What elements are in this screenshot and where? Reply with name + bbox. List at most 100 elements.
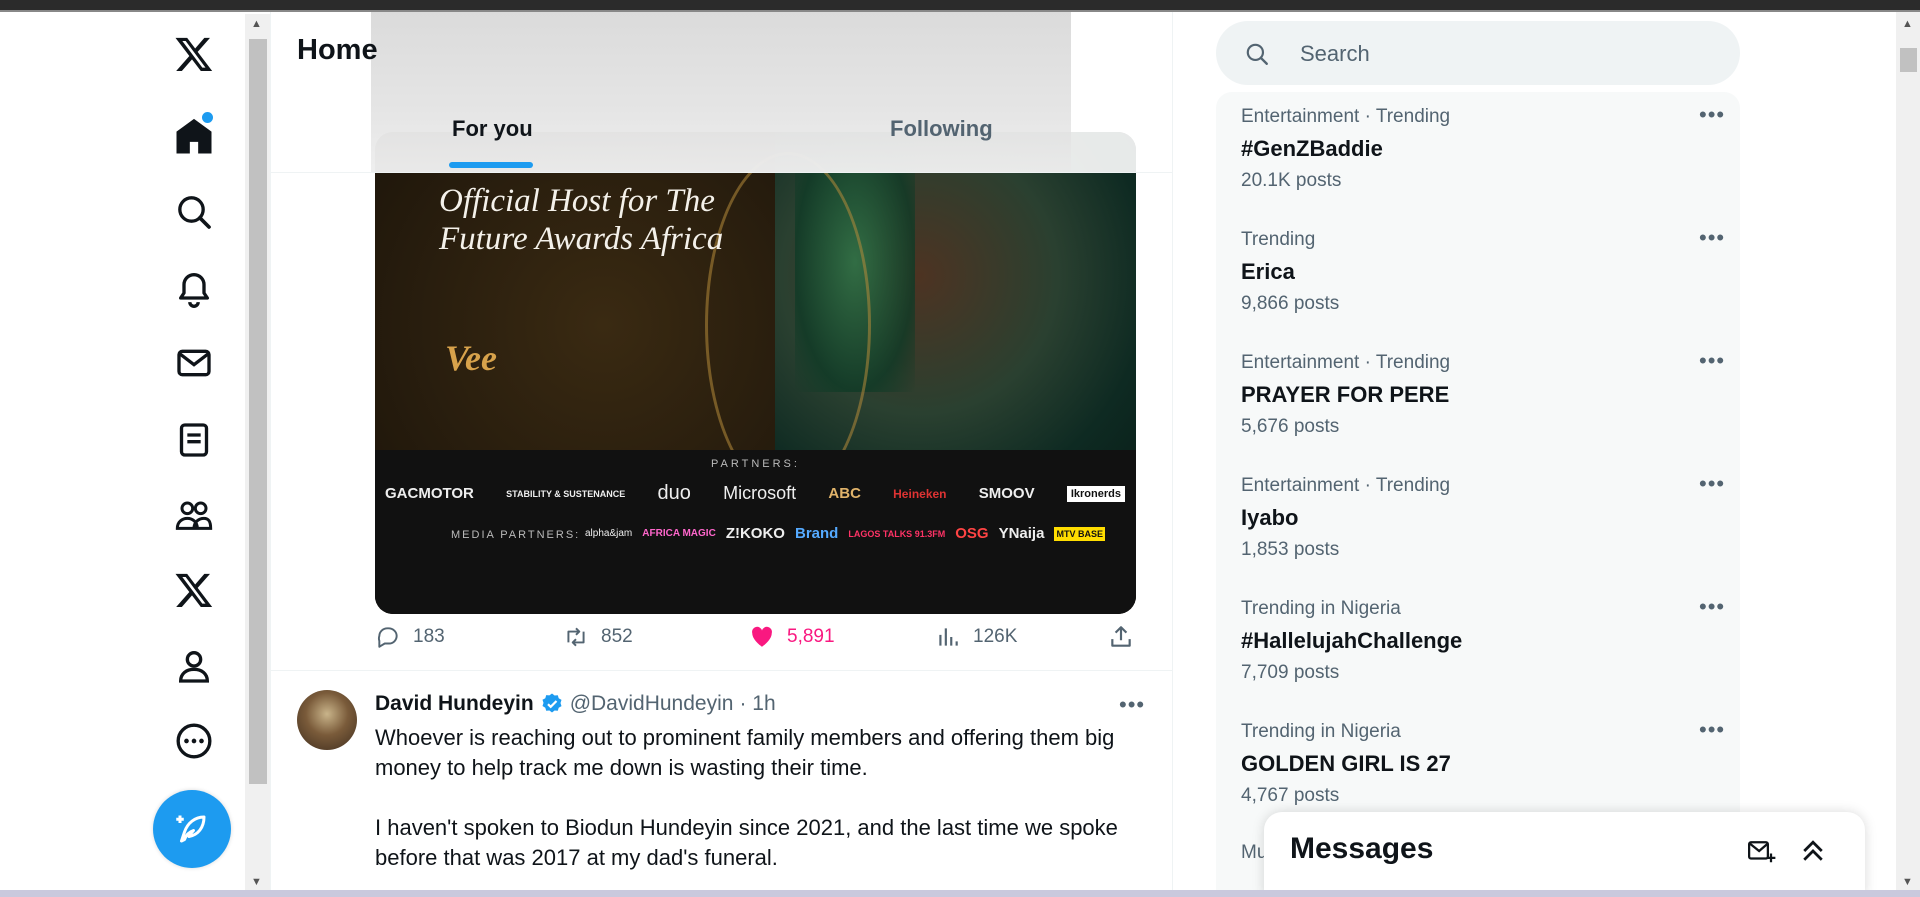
trend-more-button[interactable]: ••• bbox=[1699, 348, 1725, 374]
avatar[interactable] bbox=[297, 690, 357, 750]
mail-icon[interactable] bbox=[172, 341, 216, 385]
tweet-divider bbox=[271, 670, 1172, 671]
trend-item[interactable]: Trending Erica 9,866 posts ••• bbox=[1241, 215, 1724, 338]
retweet-button[interactable]: 852 bbox=[563, 624, 633, 650]
scroll-up-arrow-icon[interactable]: ▲ bbox=[251, 18, 262, 30]
tweet-header: David Hundeyin @DavidHundeyin · 1h bbox=[375, 692, 776, 716]
partner-logo: STABILITY & SUSTENANCE bbox=[506, 488, 626, 499]
lists-icon[interactable] bbox=[172, 418, 216, 462]
search-icon[interactable] bbox=[172, 190, 216, 234]
more-circle-icon[interactable] bbox=[172, 719, 216, 763]
tweet-time[interactable]: · 1h bbox=[739, 692, 775, 716]
partner-logo: SMOOV bbox=[978, 485, 1035, 502]
media-partners-label: MEDIA PARTNERS: bbox=[451, 529, 581, 541]
trend-item[interactable]: Entertainment · Trending #GenZBaddie 20.… bbox=[1241, 92, 1724, 215]
new-message-icon[interactable] bbox=[1746, 836, 1776, 866]
like-button[interactable]: 5,891 bbox=[749, 624, 835, 650]
trend-post-count: 7,709 posts bbox=[1241, 662, 1340, 683]
views-count: 126K bbox=[973, 626, 1018, 647]
media-partner-logo: MTV BASE bbox=[1054, 526, 1105, 541]
trend-title: Iyabo bbox=[1241, 505, 1299, 530]
tweet-paragraph: Whoever is reaching out to prominent fam… bbox=[375, 725, 1115, 780]
partners-strip: PARTNERS: GACMOTOR STABILITY & SUSTENANC… bbox=[375, 450, 1136, 614]
feed-scrollbar[interactable]: ▲ ▼ bbox=[245, 14, 270, 890]
bell-icon[interactable] bbox=[172, 266, 216, 310]
media-partner-logo: Z!KOKO bbox=[725, 525, 785, 542]
trend-title: GOLDEN GIRL IS 27 bbox=[1241, 751, 1451, 776]
window-bottom-edge bbox=[0, 890, 1920, 897]
reply-icon bbox=[377, 627, 398, 648]
trend-post-count: 20.1K posts bbox=[1241, 170, 1342, 191]
tweet-actions: 183 852 5,891 126K bbox=[375, 624, 1136, 656]
search-bar[interactable] bbox=[1216, 21, 1740, 85]
tab-following[interactable]: Following bbox=[890, 116, 993, 142]
reply-button[interactable]: 183 bbox=[375, 624, 445, 650]
tweet-media-image[interactable]: Official Host for The Future Awards Afri… bbox=[375, 132, 1136, 614]
trend-item[interactable]: Trending in Nigeria #HallelujahChallenge… bbox=[1241, 584, 1724, 707]
media-partner-logo: AFRICA MAGIC bbox=[642, 528, 716, 539]
views-chart-icon bbox=[939, 628, 958, 646]
views-button[interactable]: 126K bbox=[935, 624, 1017, 650]
tab-for-you[interactable]: For you bbox=[452, 116, 533, 142]
share-button[interactable] bbox=[1108, 624, 1134, 650]
profile-icon[interactable] bbox=[172, 644, 216, 688]
compose-button[interactable] bbox=[153, 790, 231, 868]
compose-feather-icon bbox=[176, 815, 206, 843]
scrollbar-thumb[interactable] bbox=[249, 39, 267, 784]
verified-badge-icon bbox=[542, 693, 562, 713]
retweet-count: 852 bbox=[601, 626, 633, 647]
tweet-paragraph: I haven't spoken to Biodun Hundeyin sinc… bbox=[375, 815, 1118, 870]
timeline-header bbox=[271, 12, 1172, 173]
trend-more-button[interactable]: ••• bbox=[1699, 594, 1725, 620]
media-partner-logo: YNaija bbox=[998, 525, 1045, 542]
author-handle[interactable]: @DavidHundeyin bbox=[570, 692, 734, 716]
media-partner-logo: OSG bbox=[955, 525, 989, 542]
trend-more-button[interactable]: ••• bbox=[1699, 717, 1725, 743]
trend-category: Trending in Nigeria bbox=[1241, 721, 1401, 742]
share-icon bbox=[1111, 626, 1131, 647]
partner-logo: Heineken bbox=[893, 486, 947, 501]
author-name[interactable]: David Hundeyin bbox=[375, 692, 534, 716]
scroll-down-arrow-icon[interactable]: ▼ bbox=[251, 876, 262, 888]
trend-category: Entertainment · Trending bbox=[1241, 352, 1451, 373]
partner-logo: Ikronerds bbox=[1066, 485, 1125, 502]
tweet-more-button[interactable]: ••• bbox=[1119, 692, 1145, 718]
search-input[interactable] bbox=[1298, 35, 1722, 73]
page-scrollbar[interactable]: ▲ ▼ bbox=[1896, 12, 1920, 890]
trend-post-count: 4,767 posts bbox=[1241, 785, 1340, 806]
retweet-icon bbox=[567, 627, 585, 647]
media-partner-logo: alpha&jam bbox=[585, 528, 633, 539]
trend-category: Trending in Nigeria bbox=[1241, 598, 1401, 619]
trend-item[interactable]: Entertainment · Trending PRAYER FOR PERE… bbox=[1241, 338, 1724, 461]
scroll-down-arrow-icon[interactable]: ▼ bbox=[1902, 876, 1913, 888]
messages-title: Messages bbox=[1290, 832, 1434, 865]
premium-x-icon[interactable] bbox=[172, 568, 216, 612]
tweet-text: Whoever is reaching out to prominent fam… bbox=[375, 723, 1135, 890]
trend-title: Erica bbox=[1241, 259, 1295, 284]
partners-label: PARTNERS: bbox=[711, 458, 800, 470]
trend-more-button[interactable]: ••• bbox=[1699, 471, 1725, 497]
partner-logo: GACMOTOR bbox=[385, 485, 474, 502]
scroll-up-arrow-icon[interactable]: ▲ bbox=[1902, 18, 1913, 30]
trend-more-button[interactable]: ••• bbox=[1699, 102, 1725, 128]
communities-icon[interactable] bbox=[172, 493, 216, 537]
x-logo-icon[interactable] bbox=[172, 32, 216, 76]
reply-count: 183 bbox=[413, 626, 445, 647]
trend-item[interactable]: Entertainment · Trending Iyabo 1,853 pos… bbox=[1241, 461, 1724, 584]
trend-post-count: 5,676 posts bbox=[1241, 416, 1340, 437]
media-host-text: Official Host for The Future Awards Afri… bbox=[439, 183, 724, 257]
partner-logo: duo bbox=[657, 482, 691, 504]
trends-panel: Entertainment · Trending #GenZBaddie 20.… bbox=[1216, 92, 1740, 890]
trend-title: #GenZBaddie bbox=[1241, 136, 1383, 161]
scrollbar-thumb[interactable] bbox=[1900, 48, 1917, 72]
media-partner-logo: Brand bbox=[795, 525, 839, 542]
active-tab-indicator bbox=[449, 162, 533, 168]
trend-more-button[interactable]: ••• bbox=[1699, 225, 1725, 251]
partner-logo: Microsoft bbox=[723, 483, 797, 503]
chevron-up-double-icon[interactable] bbox=[1798, 836, 1828, 866]
page-title: Home bbox=[297, 34, 378, 66]
messages-drawer[interactable]: Messages bbox=[1264, 812, 1865, 897]
media-partner-logo: LAGOS TALKS 91.3FM bbox=[848, 528, 946, 539]
trend-category: Entertainment · Trending bbox=[1241, 475, 1451, 496]
trend-category: Trending bbox=[1241, 229, 1316, 250]
